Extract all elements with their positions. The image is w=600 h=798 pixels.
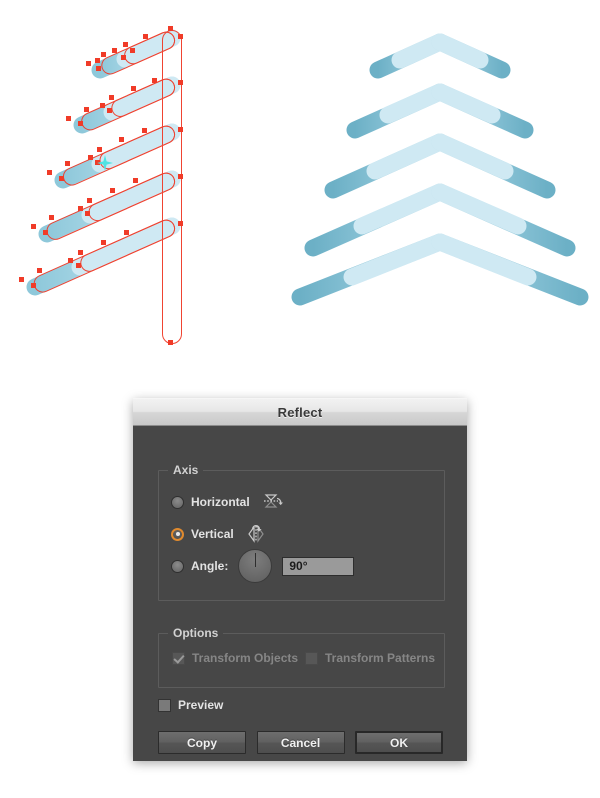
radio-horizontal[interactable]	[171, 495, 184, 509]
radio-row-angle[interactable]: Angle: 90°	[171, 549, 355, 583]
radio-row-vertical[interactable]: Vertical	[171, 524, 267, 544]
illustrator-canvas	[0, 0, 600, 390]
copy-button[interactable]: Copy	[158, 731, 246, 754]
checkbox-row-preview[interactable]: Preview	[158, 698, 223, 712]
checkbox-row-transform-objects[interactable]: Transform Objects	[172, 651, 298, 665]
dialog-title: Reflect	[277, 404, 323, 420]
checkbox-label-transform-patterns: Transform Patterns	[325, 651, 436, 665]
dialog-button-row: Copy Cancel OK	[158, 731, 443, 754]
angle-dial-icon[interactable]	[238, 549, 273, 583]
checkbox-label-preview: Preview	[178, 698, 224, 712]
options-group-legend: Options	[168, 626, 224, 640]
branch-row-2	[73, 76, 181, 134]
checkbox-row-transform-patterns[interactable]: Transform Patterns	[305, 651, 435, 665]
right-tree	[291, 25, 589, 356]
radio-label-angle: Angle:	[191, 559, 229, 573]
branch-row-1	[91, 29, 181, 79]
cancel-button[interactable]: Cancel	[256, 731, 345, 754]
axis-group: Axis Horizontal Vertical Angle: 90°	[158, 463, 445, 601]
reflect-dialog: Reflect Axis Horizontal Vertical Angle: …	[133, 398, 467, 761]
radio-row-horizontal[interactable]: Horizontal	[171, 492, 283, 512]
radio-label-vertical: Vertical	[191, 527, 234, 541]
radio-vertical[interactable]	[171, 527, 184, 541]
artwork-svg	[19, 20, 589, 356]
options-group: Options Transform Objects Transform Patt…	[158, 626, 445, 688]
left-tree	[19, 20, 183, 353]
axis-group-legend: Axis	[168, 463, 204, 477]
checkbox-transform-patterns[interactable]	[305, 651, 318, 665]
dialog-titlebar[interactable]: Reflect	[133, 398, 467, 426]
ok-button[interactable]: OK	[355, 731, 443, 754]
branch-row-3	[54, 123, 181, 189]
checkbox-transform-objects[interactable]	[172, 651, 185, 665]
radio-label-horizontal: Horizontal	[191, 495, 250, 509]
checkbox-preview[interactable]	[158, 698, 171, 712]
radio-angle[interactable]	[171, 559, 184, 573]
reflect-vertical-icon	[247, 525, 267, 543]
angle-input[interactable]: 90°	[282, 556, 355, 576]
reflect-horizontal-icon	[263, 493, 283, 511]
checkbox-label-transform-objects: Transform Objects	[192, 651, 299, 665]
dialog-body: Axis Horizontal Vertical Angle: 90° Opti…	[133, 426, 467, 761]
